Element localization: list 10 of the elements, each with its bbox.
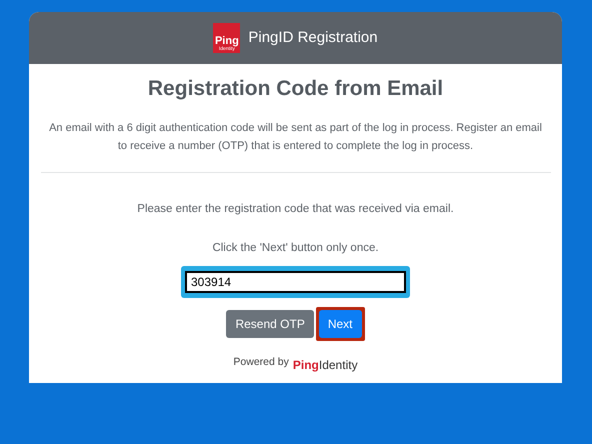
- instruction-text: Click the 'Next' button only once.: [212, 240, 379, 256]
- brand-logo: PingIdentity: [292, 358, 358, 371]
- next-button[interactable]: Next: [318, 310, 362, 338]
- instruction-text: Please enter the registration code that was received via email.: [137, 202, 454, 216]
- header-title: PingID Registration: [248, 28, 378, 48]
- description-text: An email with a 6 digit authentication code will be sent as part of the log in process. Register an email to receive a number (OTP) that is entered to complete the log in process.: [48, 120, 543, 154]
- page-heading: Registration Code from Email: [148, 76, 444, 102]
- resend-button[interactable]: Resend OTP: [226, 310, 314, 338]
- powered-by-text: Powered by: [233, 355, 289, 370]
- code-input-field[interactable]: 303914: [185, 271, 406, 293]
